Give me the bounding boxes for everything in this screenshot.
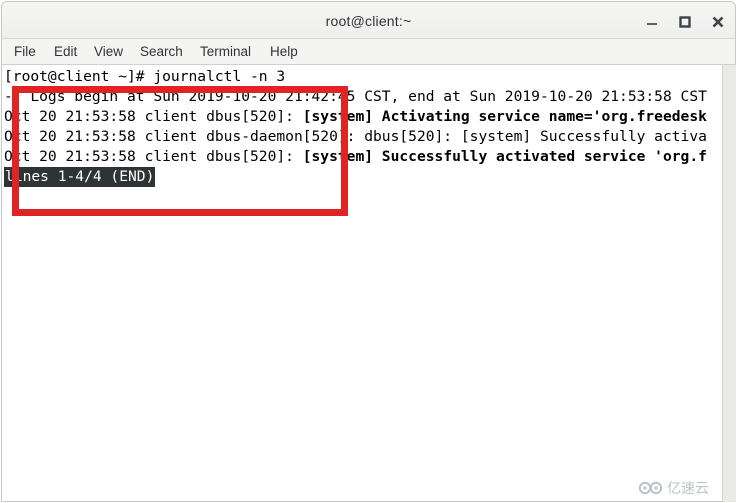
close-icon[interactable] — [708, 12, 728, 32]
menu-item-view[interactable]: View — [92, 39, 125, 65]
terminal-line-daemon: Oct 20 21:53:58 client dbus-daemon[520]:… — [4, 127, 707, 147]
terminal-line-logs-begin: -- Logs begin at Sun 2019-10-20 21:42:45… — [4, 88, 707, 105]
terminal-line-activated-prefix: Oct 20 21:53:58 client dbus[520]: — [4, 148, 303, 165]
window-titlebar[interactable]: root@client:~ — [1, 1, 736, 39]
menu-item-terminal[interactable]: Terminal — [198, 39, 253, 65]
cloud-logo-icon — [638, 481, 663, 495]
menu-item-file[interactable]: File — [12, 39, 38, 65]
terminal-window: root@client:~ File Edit View Search Term… — [0, 0, 737, 503]
menu-item-edit[interactable]: Edit — [52, 39, 79, 65]
pager-status-line: lines 1-4/4 (END) — [4, 167, 156, 187]
maximize-icon[interactable] — [675, 12, 695, 32]
menu-item-help[interactable]: Help — [268, 39, 300, 65]
watermark-text: 亿速云 — [667, 481, 709, 497]
terminal-line-activated-message: [system] Successfully activated service … — [302, 148, 707, 165]
terminal-line-prompt: [root@client ~]# journalctl -n 3 — [4, 68, 286, 85]
terminal-line-activating: Oct 20 21:53:58 client dbus[520]: [syste… — [4, 107, 707, 127]
terminal-body[interactable]: [root@client ~]# journalctl -n 3 -- Logs… — [1, 65, 736, 502]
terminal-line-activating-prefix: Oct 20 21:53:58 client dbus[520]: — [4, 108, 303, 125]
window-title: root@client:~ — [325, 13, 412, 29]
vertical-scrollbar[interactable] — [722, 65, 736, 502]
menu-item-search[interactable]: Search — [138, 39, 185, 65]
watermark: 亿速云 — [638, 478, 709, 498]
terminal-line-daemon-text: Oct 20 21:53:58 client dbus-daemon[520]:… — [4, 128, 707, 145]
minimize-icon[interactable] — [642, 12, 662, 32]
terminal-line-activating-message: [system] Activating service name='org.fr… — [302, 108, 707, 125]
terminal-line-activated: Oct 20 21:53:58 client dbus[520]: [syste… — [4, 147, 707, 167]
terminal-screen[interactable]: [root@client ~]# journalctl -n 3 -- Logs… — [2, 65, 724, 500]
menubar: File Edit View Search Terminal Help — [1, 39, 736, 65]
